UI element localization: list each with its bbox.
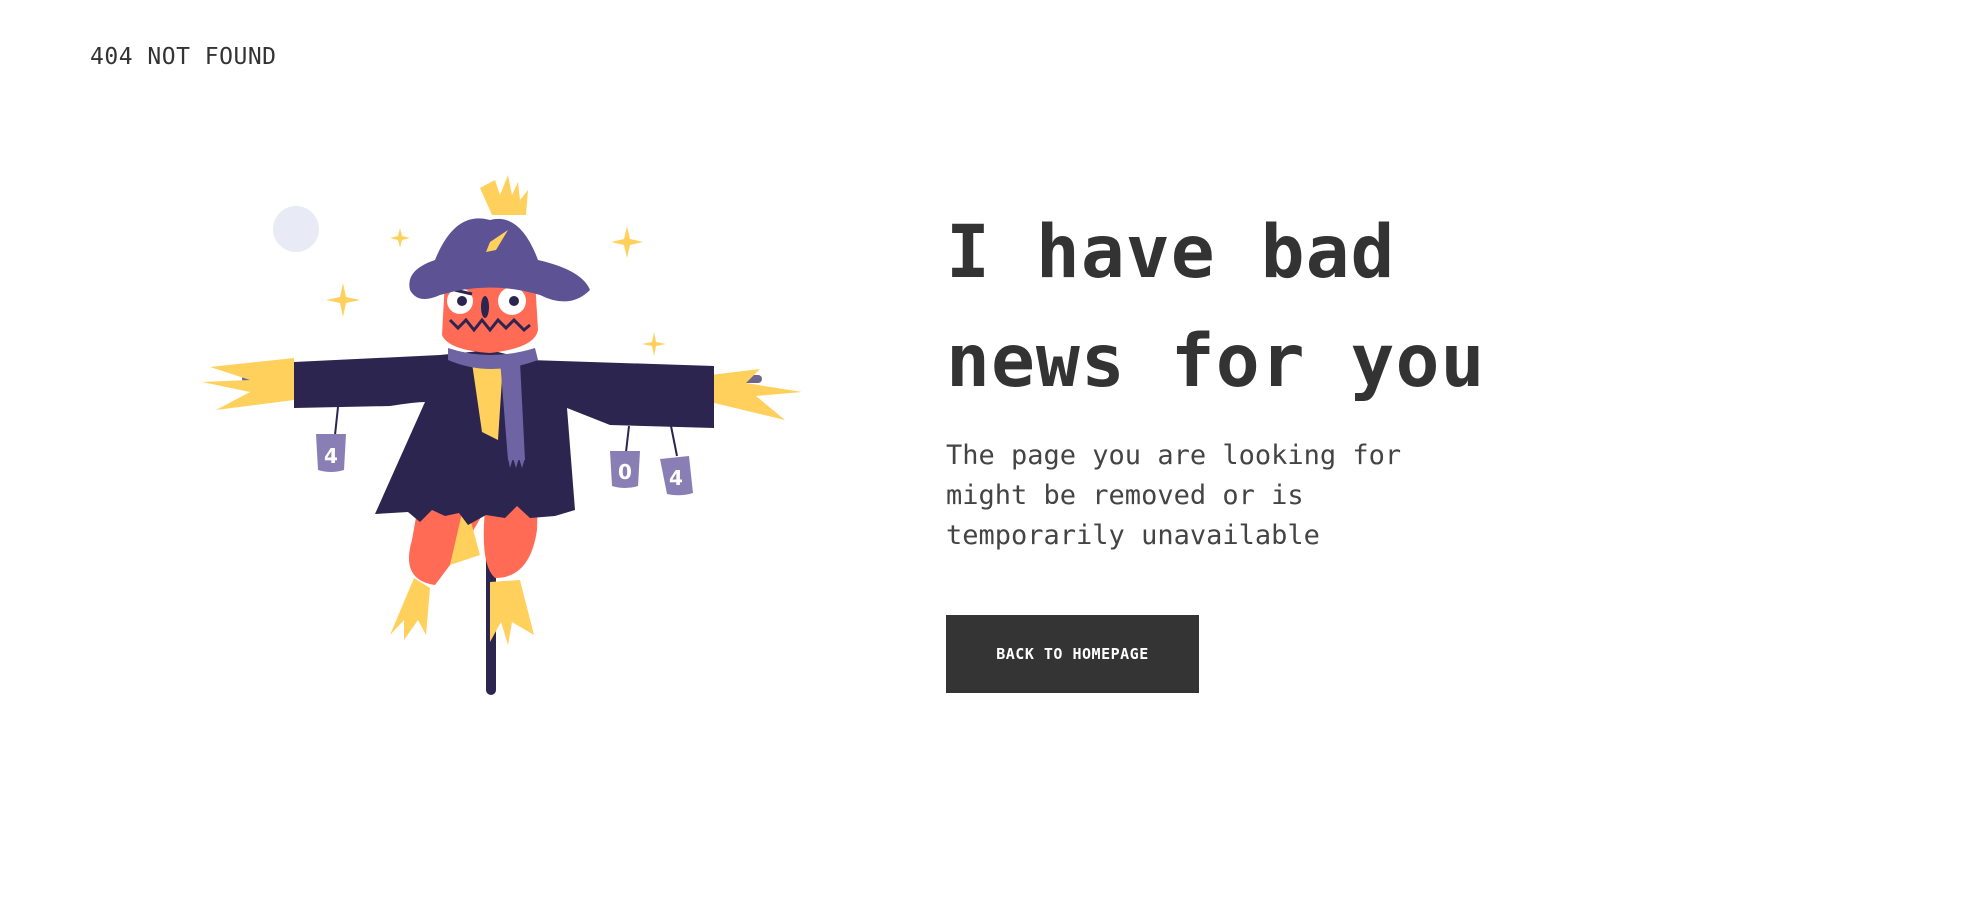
error-code-label: 404 NOT FOUND xyxy=(90,44,277,70)
can-left-digit: 4 xyxy=(324,444,338,468)
can-middle: 0 xyxy=(610,425,640,488)
scarecrow-illustration: 4 0 4 xyxy=(202,175,802,695)
can-left: 4 xyxy=(316,406,346,472)
can-right-digit: 4 xyxy=(669,466,683,490)
back-to-homepage-button[interactable]: BACK TO HOMEPAGE xyxy=(946,615,1199,693)
headline-line-2: news for you xyxy=(946,319,1486,404)
can-middle-digit: 0 xyxy=(618,460,632,484)
error-description: The page you are looking for might be re… xyxy=(946,440,1402,551)
headline-line-1: I have bad xyxy=(946,210,1396,295)
moon-icon xyxy=(273,206,319,252)
error-content: I have bad news for you The page you are… xyxy=(946,198,1506,556)
headline: I have bad news for you xyxy=(946,198,1506,416)
can-right: 4 xyxy=(660,425,693,496)
scarecrow-hat xyxy=(409,175,590,302)
